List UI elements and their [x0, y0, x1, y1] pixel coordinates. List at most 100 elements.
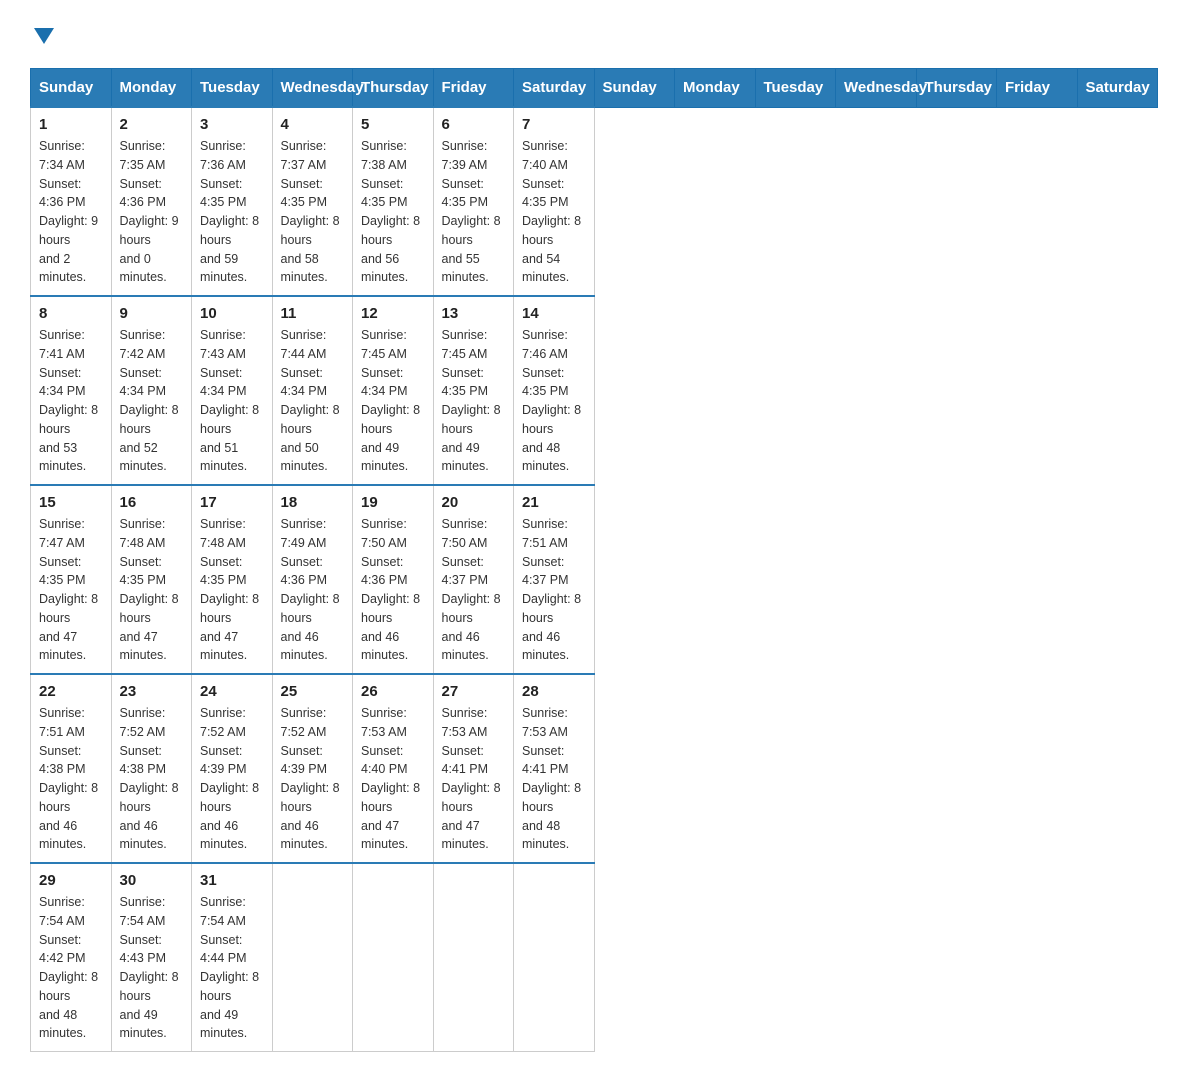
day-number: 3	[200, 116, 264, 133]
calendar-cell: 24 Sunrise: 7:52 AMSunset: 4:39 PMDaylig…	[192, 674, 273, 863]
calendar-cell: 30 Sunrise: 7:54 AMSunset: 4:43 PMDaylig…	[111, 863, 192, 1052]
day-number: 18	[281, 494, 345, 511]
day-number: 23	[120, 683, 184, 700]
day-info: Sunrise: 7:43 AMSunset: 4:34 PMDaylight:…	[200, 328, 259, 473]
page-header	[30, 20, 1158, 48]
calendar-week-row: 8 Sunrise: 7:41 AMSunset: 4:34 PMDayligh…	[31, 296, 1158, 485]
logo	[30, 20, 54, 48]
day-number: 14	[522, 305, 586, 322]
day-number: 2	[120, 116, 184, 133]
calendar-cell: 10 Sunrise: 7:43 AMSunset: 4:34 PMDaylig…	[192, 296, 273, 485]
day-info: Sunrise: 7:38 AMSunset: 4:35 PMDaylight:…	[361, 139, 420, 284]
day-info: Sunrise: 7:52 AMSunset: 4:39 PMDaylight:…	[281, 706, 340, 851]
calendar-cell: 11 Sunrise: 7:44 AMSunset: 4:34 PMDaylig…	[272, 296, 353, 485]
day-number: 1	[39, 116, 103, 133]
day-info: Sunrise: 7:51 AMSunset: 4:37 PMDaylight:…	[522, 517, 581, 662]
col-header-thursday: Thursday	[916, 69, 997, 108]
col-header-friday: Friday	[997, 69, 1078, 108]
calendar-cell: 28 Sunrise: 7:53 AMSunset: 4:41 PMDaylig…	[514, 674, 595, 863]
col-header-tuesday: Tuesday	[755, 69, 836, 108]
day-number: 7	[522, 116, 586, 133]
day-number: 8	[39, 305, 103, 322]
day-number: 21	[522, 494, 586, 511]
calendar-cell: 14 Sunrise: 7:46 AMSunset: 4:35 PMDaylig…	[514, 296, 595, 485]
col-header-saturday: Saturday	[1077, 69, 1158, 108]
day-info: Sunrise: 7:51 AMSunset: 4:38 PMDaylight:…	[39, 706, 98, 851]
calendar-cell	[433, 863, 514, 1052]
day-info: Sunrise: 7:39 AMSunset: 4:35 PMDaylight:…	[442, 139, 501, 284]
day-number: 17	[200, 494, 264, 511]
calendar-cell: 27 Sunrise: 7:53 AMSunset: 4:41 PMDaylig…	[433, 674, 514, 863]
col-header-thursday: Thursday	[353, 69, 434, 108]
calendar-cell: 29 Sunrise: 7:54 AMSunset: 4:42 PMDaylig…	[31, 863, 112, 1052]
calendar-week-row: 1 Sunrise: 7:34 AMSunset: 4:36 PMDayligh…	[31, 107, 1158, 296]
day-info: Sunrise: 7:53 AMSunset: 4:41 PMDaylight:…	[522, 706, 581, 851]
day-number: 6	[442, 116, 506, 133]
col-header-wednesday: Wednesday	[836, 69, 917, 108]
calendar-cell: 31 Sunrise: 7:54 AMSunset: 4:44 PMDaylig…	[192, 863, 273, 1052]
day-info: Sunrise: 7:49 AMSunset: 4:36 PMDaylight:…	[281, 517, 340, 662]
day-info: Sunrise: 7:54 AMSunset: 4:42 PMDaylight:…	[39, 895, 98, 1040]
day-info: Sunrise: 7:50 AMSunset: 4:36 PMDaylight:…	[361, 517, 420, 662]
day-number: 9	[120, 305, 184, 322]
day-info: Sunrise: 7:52 AMSunset: 4:39 PMDaylight:…	[200, 706, 259, 851]
day-info: Sunrise: 7:54 AMSunset: 4:43 PMDaylight:…	[120, 895, 179, 1040]
calendar-cell: 26 Sunrise: 7:53 AMSunset: 4:40 PMDaylig…	[353, 674, 434, 863]
day-number: 11	[281, 305, 345, 322]
day-info: Sunrise: 7:37 AMSunset: 4:35 PMDaylight:…	[281, 139, 340, 284]
day-info: Sunrise: 7:34 AMSunset: 4:36 PMDaylight:…	[39, 139, 98, 284]
day-info: Sunrise: 7:44 AMSunset: 4:34 PMDaylight:…	[281, 328, 340, 473]
calendar-cell: 5 Sunrise: 7:38 AMSunset: 4:35 PMDayligh…	[353, 107, 434, 296]
day-number: 27	[442, 683, 506, 700]
calendar-cell: 21 Sunrise: 7:51 AMSunset: 4:37 PMDaylig…	[514, 485, 595, 674]
calendar-cell: 2 Sunrise: 7:35 AMSunset: 4:36 PMDayligh…	[111, 107, 192, 296]
calendar-cell	[353, 863, 434, 1052]
day-info: Sunrise: 7:47 AMSunset: 4:35 PMDaylight:…	[39, 517, 98, 662]
calendar-cell: 4 Sunrise: 7:37 AMSunset: 4:35 PMDayligh…	[272, 107, 353, 296]
day-info: Sunrise: 7:35 AMSunset: 4:36 PMDaylight:…	[120, 139, 179, 284]
col-header-saturday: Saturday	[514, 69, 595, 108]
calendar-cell	[272, 863, 353, 1052]
calendar-cell	[514, 863, 595, 1052]
day-number: 31	[200, 872, 264, 889]
day-number: 22	[39, 683, 103, 700]
day-number: 26	[361, 683, 425, 700]
col-header-tuesday: Tuesday	[192, 69, 273, 108]
day-number: 15	[39, 494, 103, 511]
day-info: Sunrise: 7:45 AMSunset: 4:34 PMDaylight:…	[361, 328, 420, 473]
calendar-cell: 1 Sunrise: 7:34 AMSunset: 4:36 PMDayligh…	[31, 107, 112, 296]
calendar-cell: 23 Sunrise: 7:52 AMSunset: 4:38 PMDaylig…	[111, 674, 192, 863]
day-number: 16	[120, 494, 184, 511]
logo-triangle-icon	[34, 28, 54, 44]
day-info: Sunrise: 7:50 AMSunset: 4:37 PMDaylight:…	[442, 517, 501, 662]
day-info: Sunrise: 7:52 AMSunset: 4:38 PMDaylight:…	[120, 706, 179, 851]
calendar-cell: 19 Sunrise: 7:50 AMSunset: 4:36 PMDaylig…	[353, 485, 434, 674]
calendar-cell: 13 Sunrise: 7:45 AMSunset: 4:35 PMDaylig…	[433, 296, 514, 485]
calendar-week-row: 29 Sunrise: 7:54 AMSunset: 4:42 PMDaylig…	[31, 863, 1158, 1052]
calendar-cell: 7 Sunrise: 7:40 AMSunset: 4:35 PMDayligh…	[514, 107, 595, 296]
calendar-cell: 18 Sunrise: 7:49 AMSunset: 4:36 PMDaylig…	[272, 485, 353, 674]
col-header-monday: Monday	[675, 69, 756, 108]
calendar-cell: 3 Sunrise: 7:36 AMSunset: 4:35 PMDayligh…	[192, 107, 273, 296]
calendar-cell: 17 Sunrise: 7:48 AMSunset: 4:35 PMDaylig…	[192, 485, 273, 674]
day-number: 24	[200, 683, 264, 700]
day-info: Sunrise: 7:41 AMSunset: 4:34 PMDaylight:…	[39, 328, 98, 473]
day-info: Sunrise: 7:48 AMSunset: 4:35 PMDaylight:…	[200, 517, 259, 662]
calendar-week-row: 15 Sunrise: 7:47 AMSunset: 4:35 PMDaylig…	[31, 485, 1158, 674]
calendar-header-row: SundayMondayTuesdayWednesdayThursdayFrid…	[31, 69, 1158, 108]
day-number: 5	[361, 116, 425, 133]
day-info: Sunrise: 7:36 AMSunset: 4:35 PMDaylight:…	[200, 139, 259, 284]
calendar-cell: 6 Sunrise: 7:39 AMSunset: 4:35 PMDayligh…	[433, 107, 514, 296]
day-info: Sunrise: 7:54 AMSunset: 4:44 PMDaylight:…	[200, 895, 259, 1040]
day-number: 28	[522, 683, 586, 700]
calendar-cell: 25 Sunrise: 7:52 AMSunset: 4:39 PMDaylig…	[272, 674, 353, 863]
day-info: Sunrise: 7:42 AMSunset: 4:34 PMDaylight:…	[120, 328, 179, 473]
day-number: 10	[200, 305, 264, 322]
day-info: Sunrise: 7:40 AMSunset: 4:35 PMDaylight:…	[522, 139, 581, 284]
calendar-cell: 8 Sunrise: 7:41 AMSunset: 4:34 PMDayligh…	[31, 296, 112, 485]
day-info: Sunrise: 7:48 AMSunset: 4:35 PMDaylight:…	[120, 517, 179, 662]
col-header-sunday: Sunday	[594, 69, 675, 108]
day-info: Sunrise: 7:53 AMSunset: 4:40 PMDaylight:…	[361, 706, 420, 851]
day-number: 29	[39, 872, 103, 889]
col-header-friday: Friday	[433, 69, 514, 108]
